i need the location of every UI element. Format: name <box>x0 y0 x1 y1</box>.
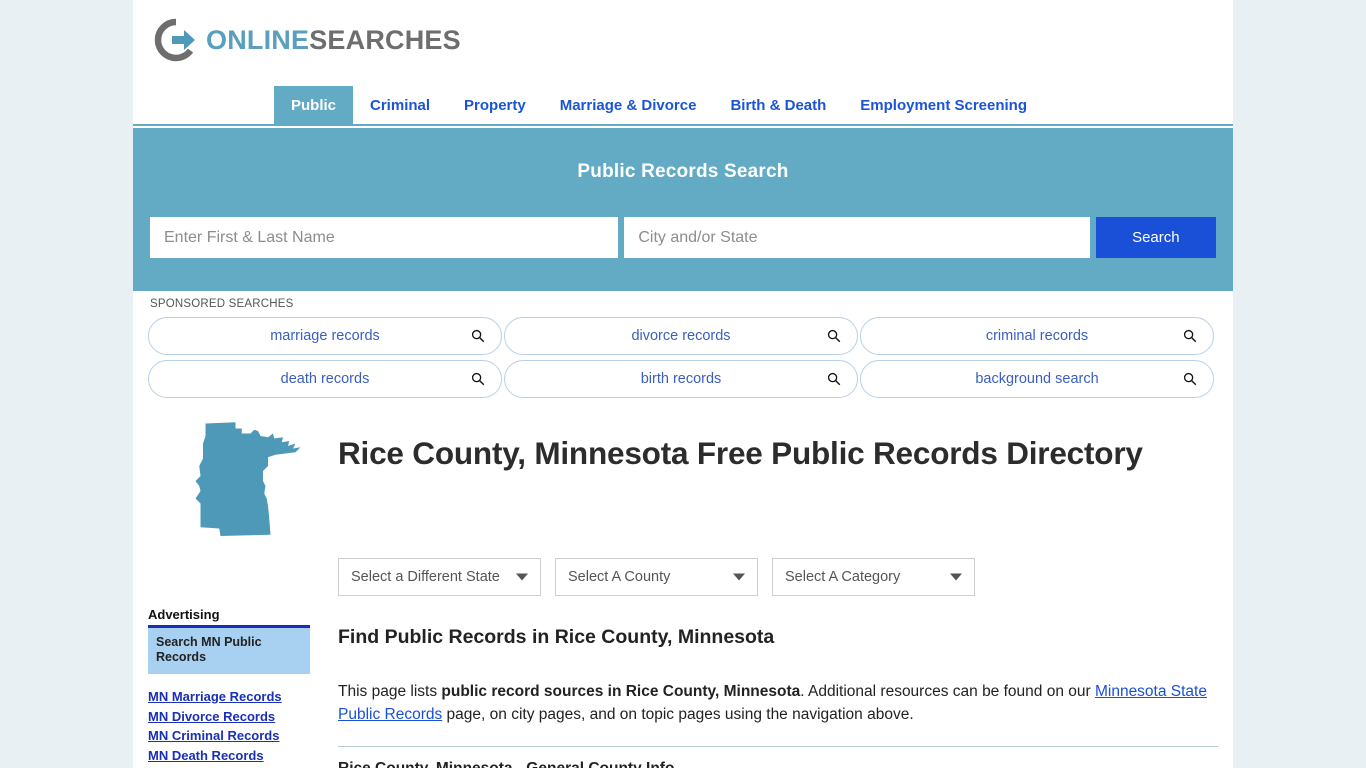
minnesota-state-map-icon <box>195 422 301 536</box>
nav-item-marriage-divorce[interactable]: Marriage & Divorce <box>543 86 714 124</box>
logo-word-searches: SEARCHES <box>309 25 461 55</box>
paragraph-part-1: This page lists <box>338 683 442 700</box>
sponsored-pill-label: marriage records <box>270 328 380 344</box>
sponsored-searches-label: SPONSORED SEARCHES <box>150 298 294 310</box>
state-select[interactable]: Select a Different State <box>338 558 541 596</box>
page-content: ONLINESEARCHES Public Criminal Property … <box>133 0 1233 768</box>
county-select-label: Select A County <box>568 569 671 585</box>
advertising-sidebar: Advertising Search MN Public Records MN … <box>148 607 310 768</box>
sponsored-pill-birth-records[interactable]: birth records <box>504 360 858 398</box>
sponsored-searches-list: marriage records divorce records crimina… <box>148 317 1218 398</box>
ad-search-mn-public-records[interactable]: Search MN Public Records <box>148 628 310 674</box>
nav-item-criminal[interactable]: Criminal <box>353 86 447 124</box>
filter-dropdowns: Select a Different State Select A County… <box>338 558 989 596</box>
sidebar-link-mn-criminal-records[interactable]: MN Criminal Records <box>148 726 310 746</box>
sponsored-pill-label: birth records <box>640 371 722 387</box>
logo-word-online: ONLINE <box>206 25 310 55</box>
sponsored-pill-background-search[interactable]: background search <box>860 360 1214 398</box>
sponsored-pill-criminal-records[interactable]: criminal records <box>860 317 1214 355</box>
search-band-title: Public Records Search <box>577 161 789 182</box>
subsection-heading: Rice County, Minnesota - General County … <box>338 760 674 768</box>
category-select-label: Select A Category <box>785 569 901 585</box>
county-select[interactable]: Select A County <box>555 558 758 596</box>
page-root: ONLINESEARCHES Public Criminal Property … <box>0 0 1366 768</box>
circle-arrow-logo-icon <box>154 18 195 62</box>
sponsored-pill-label: criminal records <box>985 328 1089 344</box>
sponsored-pill-label: divorce records <box>631 328 731 344</box>
logo-wordmark: ONLINESEARCHES <box>206 18 461 62</box>
search-icon <box>471 372 485 386</box>
sponsored-pill-marriage-records[interactable]: marriage records <box>148 317 502 355</box>
sidebar-links-list: MN Marriage Records MN Divorce Records M… <box>148 687 310 768</box>
search-icon <box>827 329 841 343</box>
sponsored-pill-death-records[interactable]: death records <box>148 360 502 398</box>
state-select-label: Select a Different State <box>351 569 500 585</box>
paragraph-part-3: page, on city pages, and on topic pages … <box>442 706 914 723</box>
search-form: Search <box>150 217 1217 258</box>
chevron-down-icon <box>950 573 962 581</box>
sidebar-link-mn-divorce-records[interactable]: MN Divorce Records <box>148 707 310 727</box>
category-select[interactable]: Select A Category <box>772 558 975 596</box>
advertising-heading: Advertising <box>148 607 310 628</box>
nav-item-employment-screening[interactable]: Employment Screening <box>843 86 1044 124</box>
sidebar-link-mn-marriage-records[interactable]: MN Marriage Records <box>148 687 310 707</box>
paragraph-bold-1: public record sources in Rice County, Mi… <box>441 683 801 700</box>
sidebar-link-mn-death-records[interactable]: MN Death Records <box>148 746 310 766</box>
sponsored-pill-divorce-records[interactable]: divorce records <box>504 317 858 355</box>
chevron-down-icon <box>733 573 745 581</box>
nav-item-public[interactable]: Public <box>274 86 354 124</box>
sponsored-pill-label: death records <box>280 371 370 387</box>
section-divider <box>338 746 1218 747</box>
site-logo[interactable]: ONLINESEARCHES <box>154 18 461 62</box>
chevron-down-icon <box>516 573 528 581</box>
search-icon <box>1183 329 1197 343</box>
public-records-search-band: Public Records Search Search <box>133 128 1233 291</box>
search-submit-button[interactable]: Search <box>1095 217 1217 258</box>
search-icon <box>827 372 841 386</box>
search-location-input[interactable] <box>624 217 1090 258</box>
intro-paragraph: This page lists public record sources in… <box>338 680 1218 726</box>
nav-item-property[interactable]: Property <box>447 86 543 124</box>
main-navigation: Public Criminal Property Marriage & Divo… <box>133 86 1233 126</box>
paragraph-part-2: . Additional resources can be found on o… <box>800 683 1095 700</box>
sponsored-pill-label: background search <box>975 371 1099 387</box>
section-heading: Find Public Records in Rice County, Minn… <box>338 626 775 648</box>
page-title: Rice County, Minnesota Free Public Recor… <box>338 435 1143 471</box>
nav-item-birth-death[interactable]: Birth & Death <box>713 86 843 124</box>
search-icon <box>471 329 485 343</box>
search-name-input[interactable] <box>150 217 619 258</box>
search-icon <box>1183 372 1197 386</box>
